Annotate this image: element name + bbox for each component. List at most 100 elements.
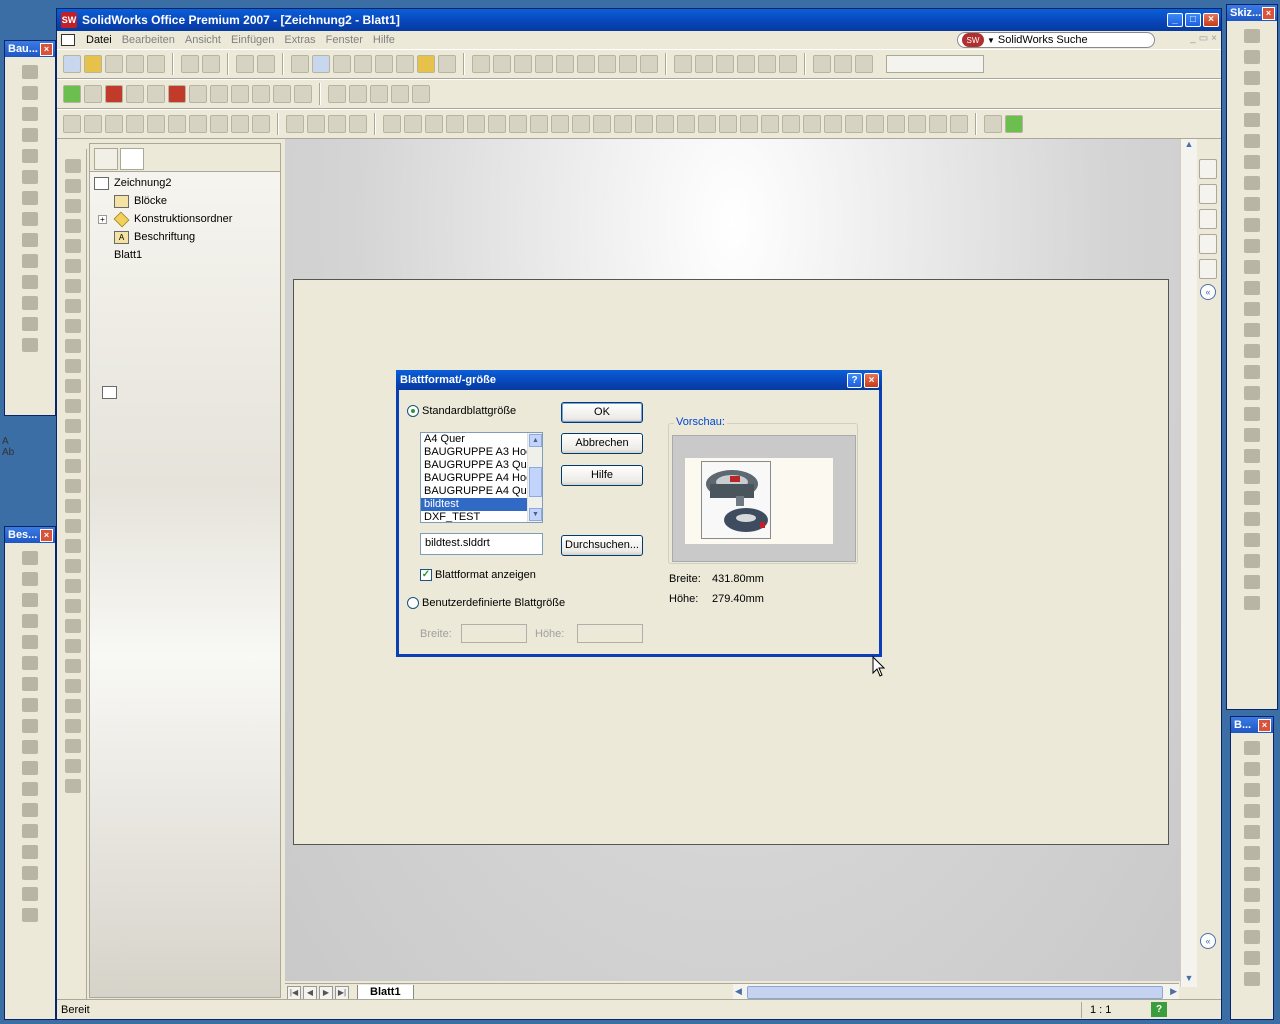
tool-icon[interactable] [1244,260,1260,274]
palette-dimensions[interactable]: B... × [1230,716,1274,1020]
dimension-icon[interactable] [614,115,632,133]
undo-icon[interactable] [236,55,254,73]
macro-tool-icon[interactable] [231,85,249,103]
print-icon[interactable] [126,55,144,73]
list-item[interactable]: BAUGRUPPE A3 Hoch [421,446,538,459]
tool-icon[interactable] [1244,281,1260,295]
ok-button[interactable]: OK [561,402,643,423]
tool-icon[interactable] [64,159,81,173]
tool-icon[interactable] [1244,512,1260,526]
paste-icon[interactable] [202,55,220,73]
tool-icon[interactable] [22,803,38,817]
menu-bearbeiten[interactable]: Bearbeiten [117,34,180,46]
camera-icon[interactable] [438,55,456,73]
sketch-tool-icon[interactable] [472,55,490,73]
dimension-icon[interactable] [509,115,527,133]
dimension-icon[interactable] [803,115,821,133]
tool-icon[interactable] [64,619,81,633]
scroll-up-icon[interactable]: ▲ [529,434,542,447]
tool-icon[interactable] [22,866,38,880]
dimension-icon[interactable] [908,115,926,133]
drawing-tool-icon[interactable] [984,115,1002,133]
tool-icon[interactable] [64,259,81,273]
options-icon[interactable] [396,55,414,73]
view-orientation-icon[interactable] [716,55,734,73]
display-mode-icon[interactable] [855,55,873,73]
tool-icon[interactable] [64,599,81,613]
tool-icon[interactable] [22,782,38,796]
pan-icon[interactable] [598,55,616,73]
help-icon[interactable]: ? [847,372,862,388]
stop-icon[interactable] [84,85,102,103]
home-icon[interactable] [1199,159,1217,179]
line-format-icon[interactable] [370,85,388,103]
close-icon[interactable]: × [1262,6,1275,20]
dialog-title-bar[interactable]: Blattformat/-größe ? × [396,370,882,390]
filter-icon[interactable] [328,115,346,133]
scroll-down-icon[interactable]: ▼ [529,508,542,521]
dimension-icon[interactable] [761,115,779,133]
tool-icon[interactable] [22,275,38,289]
zoom-area-icon[interactable] [514,55,532,73]
circle-icon[interactable] [1244,134,1260,148]
tool-icon[interactable] [22,593,38,607]
tool-icon[interactable] [64,679,81,693]
cancel-button[interactable]: Abbrechen [561,433,643,454]
tool-icon[interactable] [1244,29,1260,43]
palette-title[interactable]: Bau... × [5,41,55,57]
tool-icon[interactable] [64,179,81,193]
document-icon[interactable] [61,34,75,46]
palette-annotation[interactable]: Bes... × [4,526,56,1020]
macro-tool-icon[interactable] [252,85,270,103]
palette-title[interactable]: Skiz... × [1227,5,1277,21]
new-icon[interactable] [63,55,81,73]
tool-icon[interactable] [64,199,81,213]
scroll-down-icon[interactable]: ▼ [1181,973,1197,987]
tree-item-bloecke[interactable]: Blöcke [94,192,280,210]
tool-icon[interactable] [22,677,38,691]
dimension-icon[interactable] [782,115,800,133]
drawing-tool-icon[interactable] [252,115,270,133]
line-format-icon[interactable] [349,85,367,103]
tool-icon[interactable] [1244,783,1260,797]
line-format-icon[interactable] [412,85,430,103]
browse-button[interactable]: Durchsuchen... [561,535,643,556]
tool-icon[interactable] [22,887,38,901]
sum-icon[interactable] [189,115,207,133]
dimension-icon[interactable] [887,115,905,133]
tool-icon[interactable] [1244,197,1260,211]
tool-icon[interactable] [22,572,38,586]
zoom-out-icon[interactable] [556,55,574,73]
tool-icon[interactable] [64,779,81,793]
tool-icon[interactable] [22,254,38,268]
redo-icon[interactable] [257,55,275,73]
tool-icon[interactable] [64,699,81,713]
custom-height-field[interactable] [577,624,643,643]
palette-title[interactable]: Bes... × [5,527,55,543]
tool-icon[interactable] [22,233,38,247]
list-scrollbar[interactable]: ▲ ▼ [527,433,542,522]
tool-icon[interactable] [22,338,38,352]
tool-icon[interactable] [22,698,38,712]
tool-icon[interactable] [64,659,81,673]
grid-icon[interactable] [354,55,372,73]
tool-icon[interactable] [22,65,38,79]
copy-icon[interactable] [181,55,199,73]
tool-icon[interactable] [64,419,81,433]
tool-icon[interactable] [64,759,81,773]
drawing-tool-icon[interactable] [231,115,249,133]
radio-custom-size[interactable]: Benutzerdefinierte Blattgröße [407,597,565,609]
tool-icon[interactable] [64,239,81,253]
select-icon[interactable] [291,55,309,73]
tool-icon[interactable] [1244,344,1260,358]
dimension-icon[interactable] [866,115,884,133]
tool-icon[interactable] [1244,909,1260,923]
list-item[interactable]: BAUGRUPPE A4 Quer [421,485,537,498]
scroll-left-icon[interactable]: ◀ [735,986,742,997]
title-bar[interactable]: SW SolidWorks Office Premium 2007 - [Zei… [57,9,1221,31]
list-item[interactable]: DXF_TEST [421,511,527,522]
help-icon[interactable]: ? [1151,1002,1167,1017]
tool-icon[interactable] [64,559,81,573]
tool-icon[interactable] [22,86,38,100]
menu-einfuegen[interactable]: Einfügen [226,34,279,46]
